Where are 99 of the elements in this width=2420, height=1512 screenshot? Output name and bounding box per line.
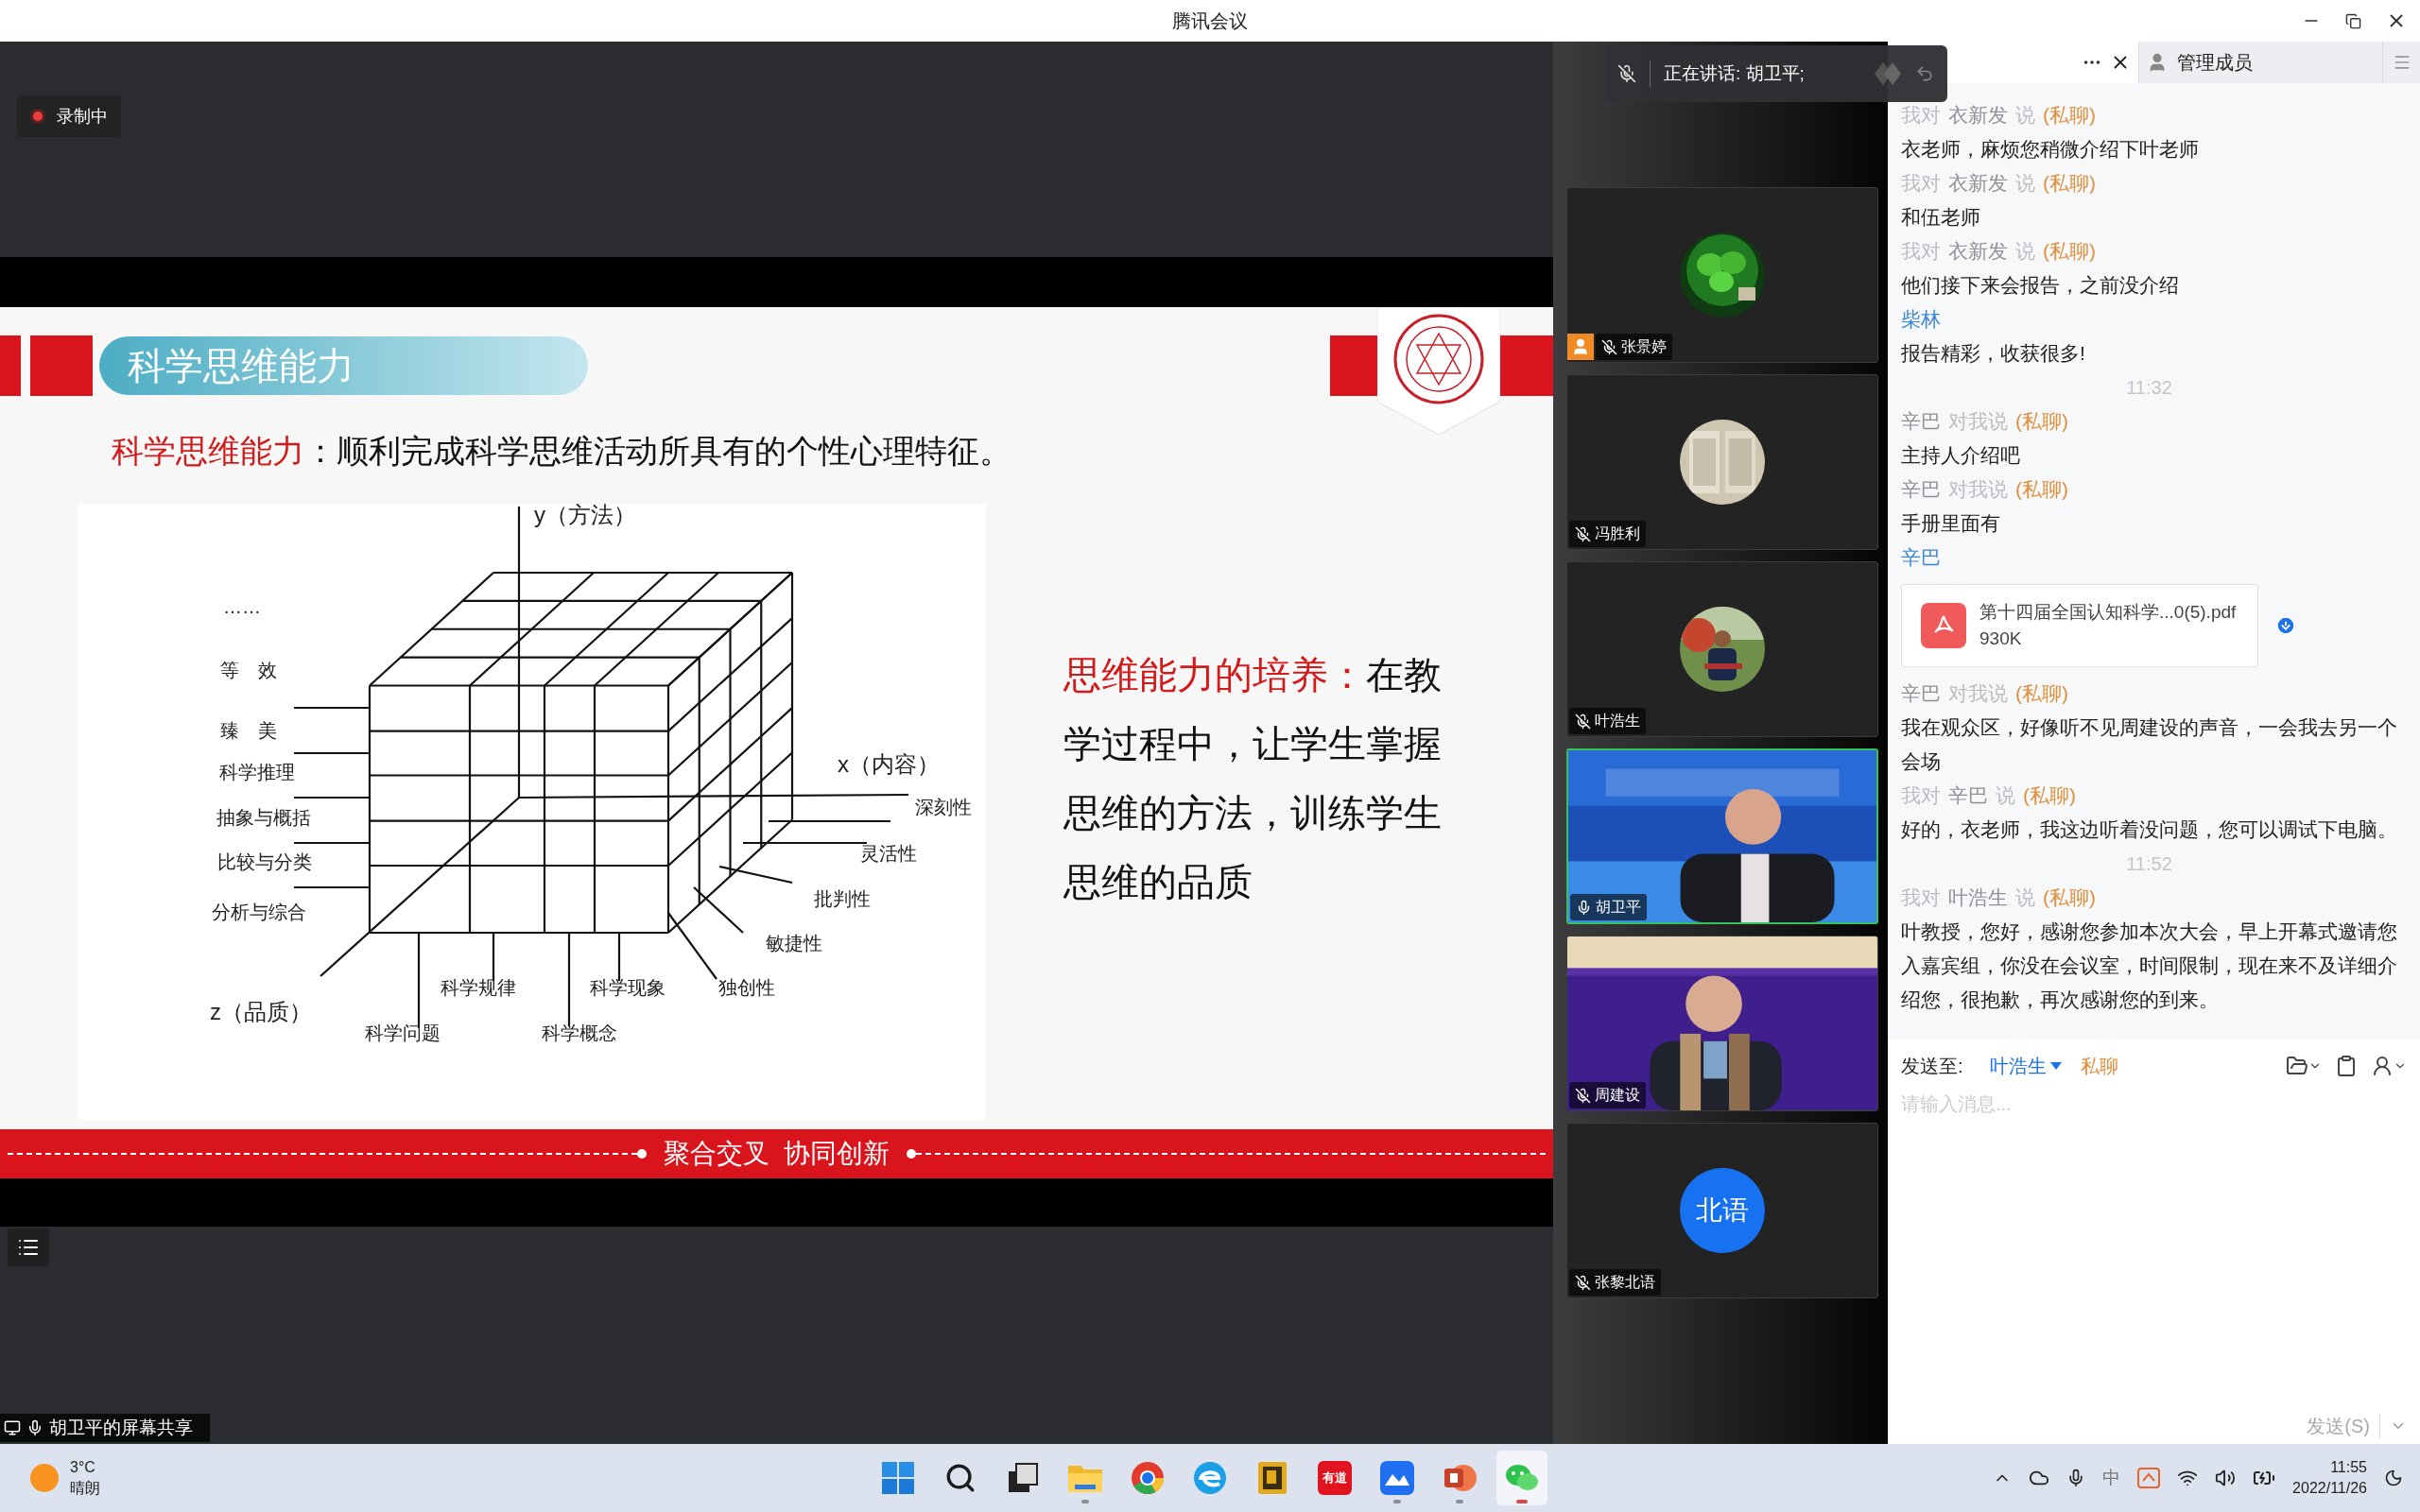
taskbar-app[interactable]: 有道: [1309, 1451, 1360, 1505]
file-size: 930K: [1979, 627, 2023, 650]
send-to-label: 发送至:: [1901, 1055, 1963, 1078]
avatar-initials: 北语: [1680, 1168, 1765, 1253]
message-text: 叶教授，您好，感谢您参加本次大会，早上开幕式邀请您入嘉宾组，你没在会议室，时间限制，现在来不及详细介绍您，很抱歉，再次感谢您的到来。: [1901, 919, 2397, 1012]
mic-muted-icon: [1617, 64, 1636, 83]
speaker-text: 正在讲话: 胡卫平;: [1664, 61, 1805, 85]
message-text: 衣老师，麻烦您稍微介绍下叶老师: [1901, 137, 2200, 162]
content-label: 科学规律: [441, 977, 516, 999]
weather-condition: 晴朗: [70, 1479, 100, 1498]
participant-name: 张黎北语: [1595, 1273, 1655, 1292]
focus-moon-icon[interactable]: [2384, 1469, 2403, 1487]
search-icon[interactable]: [944, 1462, 977, 1494]
clock-date[interactable]: 2022/11/26: [2292, 1478, 2367, 1499]
content-label: 科学现象: [590, 977, 666, 999]
video-tile[interactable]: 北语 张黎北语: [1566, 1123, 1878, 1298]
sender-name[interactable]: 柴林: [1901, 302, 1941, 336]
message-text: 他们接下来会报告，之前没介绍: [1901, 273, 2180, 298]
method-label: 科学推理: [219, 762, 295, 783]
participant-name: 胡卫平: [1596, 898, 1641, 917]
method-label: ……: [223, 596, 261, 618]
pdf-icon: [1921, 603, 1966, 648]
private-chat-label: 私聊: [2080, 1055, 2118, 1078]
caret-icon: [2049, 1062, 2062, 1070]
youdao-app-icon[interactable]: 有道: [1318, 1461, 1352, 1495]
method-label: 分析与综合: [212, 902, 306, 923]
sun-icon: [30, 1464, 59, 1492]
message-text: 和伍老师: [1901, 205, 1981, 230]
input-method-indicator[interactable]: 中: [2102, 1464, 2121, 1492]
browser-swirl-icon[interactable]: [1193, 1461, 1227, 1495]
message-meta: 辛巴 对我说 (私聊): [1901, 477, 2068, 503]
definition-text: 科学思维能力：顺利完成科学思维活动所具有的个性心理特征。: [111, 432, 1012, 471]
volume-icon[interactable]: [2215, 1468, 2237, 1488]
message-meta: 我对 衣新发 说 (私聊): [1901, 239, 2096, 265]
video-tile[interactable]: 胡卫平: [1566, 748, 1878, 924]
message-meta: 我对 叶浩生 说 (私聊): [1901, 885, 2096, 911]
browser-icon[interactable]: [1131, 1461, 1165, 1495]
menu-button[interactable]: [8, 1228, 49, 1266]
quality-label: 深刻性: [915, 797, 972, 818]
sender-name[interactable]: 辛巴: [1901, 541, 1941, 575]
message-meta: 辛巴 对我说 (私聊): [1901, 409, 2068, 435]
message-text: 主持人介绍吧: [1901, 443, 2021, 468]
recipient-dropdown[interactable]: 叶浩生: [1989, 1052, 2062, 1080]
quality-label: 批判性: [814, 888, 871, 910]
quality-label: 灵活性: [860, 843, 917, 865]
monitor-icon: [4, 1419, 21, 1436]
file-name: 第十四届全国认知科学...0(5).pdf: [1979, 600, 2237, 624]
recording-badge: 录制中: [17, 95, 121, 137]
quality-label: 敏捷性: [766, 933, 822, 954]
method-label: 等 效: [220, 660, 277, 681]
restore-icon[interactable]: [2345, 12, 2361, 29]
screen-share-label: 胡卫平的屏幕共享: [49, 1416, 193, 1439]
diamond-icon: [1874, 61, 1902, 86]
notice-icon[interactable]: [2335, 1055, 2358, 1077]
download-icon[interactable]: [2275, 615, 2296, 636]
participant-name: 叶浩生: [1595, 712, 1640, 730]
message-meta: 我对 衣新发 说 (私聊): [1901, 171, 2096, 197]
message-meta: 我对 衣新发 说 (私聊): [1901, 103, 2096, 129]
video-tile[interactable]: 冯胜利: [1566, 374, 1878, 550]
axis-label: y（方法）: [534, 504, 636, 528]
video-tile[interactable]: 叶浩生: [1566, 561, 1878, 737]
cultivation-text: 思维能力的培养：在教学过程中，让学生掌握思维的方法，训练学生思维的品质: [1063, 653, 1443, 904]
notebook-icon[interactable]: [1256, 1461, 1288, 1495]
folder-icon[interactable]: [2286, 1055, 2308, 1077]
members-tab[interactable]: 管理成员: [2138, 42, 2382, 83]
reply-icon[interactable]: [1915, 64, 1934, 83]
message-meta: 我对 辛巴 说 (私聊): [1901, 783, 2076, 809]
axis-label: z（品质）: [210, 999, 312, 1025]
message-text: 我在观众区，好像听不见周建设的声音，一会我去另一个会场: [1901, 715, 2397, 774]
chat-app-icon[interactable]: [1380, 1461, 1414, 1495]
participant-name: 周建设: [1595, 1086, 1640, 1105]
method-label: 抽象与概括: [216, 807, 311, 829]
message-text: 报告精彩，收获很多!: [1901, 341, 2086, 366]
window-title: 腾讯会议: [1172, 9, 1248, 33]
quality-label: 独创性: [718, 977, 775, 999]
slide-banner: 聚合交叉 协同创新: [0, 1129, 1553, 1178]
participant-name: 冯胜利: [1595, 524, 1640, 543]
content-label: 科学概念: [542, 1022, 617, 1044]
method-label: 臻 美: [220, 720, 277, 742]
mic-icon: [26, 1419, 43, 1436]
video-tile[interactable]: 张景婷: [1566, 187, 1878, 363]
clock-time[interactable]: 11:55: [2330, 1457, 2367, 1478]
content-label: 科学问题: [365, 1022, 441, 1044]
weather-temperature: 3°C: [70, 1458, 96, 1477]
tray-app-icon[interactable]: [2137, 1468, 2161, 1488]
message-meta: 辛巴 对我说 (私聊): [1901, 681, 2068, 707]
accent-bar: [0, 335, 21, 396]
axis-label: x（内容）: [838, 751, 940, 778]
file-card[interactable]: 第十四届全国认知科学...0(5).pdf 930K: [1901, 584, 2258, 667]
video-tile[interactable]: 周建设: [1566, 936, 1878, 1111]
task-view-icon[interactable]: [1007, 1462, 1039, 1494]
participant-name: 张景婷: [1621, 337, 1667, 356]
windows-start-icon[interactable]: [882, 1462, 914, 1494]
message-text: 手册里面有: [1901, 511, 2001, 536]
user-icon[interactable]: [2371, 1055, 2394, 1077]
method-label: 比较与分类: [217, 851, 312, 873]
accent-bar: [30, 335, 93, 396]
message-text: 好的，衣老师，我这边听着没问题，您可以调试下电脑。: [1901, 817, 2397, 842]
slide-title: 科学思维能力: [99, 336, 588, 395]
